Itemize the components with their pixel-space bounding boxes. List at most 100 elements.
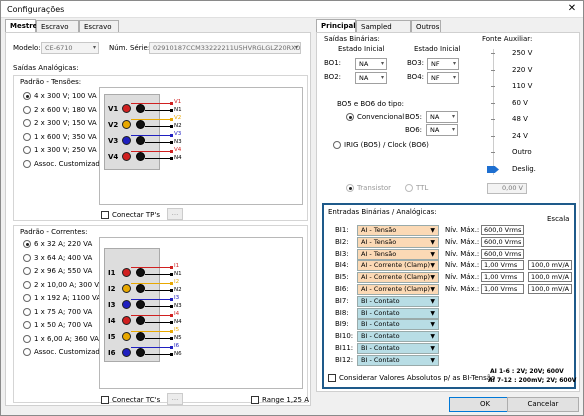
scale-input[interactable]: 100,0 mV/A — [528, 272, 572, 283]
scale-input[interactable]: 100,0 mV/A — [528, 260, 572, 271]
bi-label: BI10: — [335, 332, 354, 341]
connect-tc-checkbox[interactable] — [101, 396, 109, 404]
voltage-terminal-tag: N3 — [174, 139, 182, 145]
bo-label: BO3: — [407, 59, 425, 67]
bi-type-select[interactable]: BI - Contato ▼ — [357, 319, 439, 331]
irig-radio[interactable] — [333, 141, 341, 149]
voltage-wire-hot — [131, 103, 171, 104]
current-option-radio[interactable] — [23, 240, 31, 248]
aux-slider-track[interactable] — [493, 49, 494, 175]
bi-type-select[interactable]: BI - Contato ▼ — [357, 295, 439, 307]
scale-input[interactable]: 100,0 mV/A — [528, 284, 572, 294]
max-level-label: Nív. Máx.: — [445, 237, 480, 246]
current-wire-hot — [131, 283, 171, 284]
current-option-radio[interactable] — [23, 334, 31, 343]
bi-type-select[interactable]: BI - Contato ▼ — [357, 331, 439, 343]
current-option-radio[interactable] — [23, 307, 31, 316]
current-option-radio[interactable] — [23, 294, 31, 302]
voltage-option-label: 1 x 300 V; 250 VA — [34, 146, 97, 154]
bi-type-select[interactable]: AI - Tensão ▼ — [357, 248, 439, 260]
bi-type-value: AI - Tensão — [361, 237, 397, 246]
bo-state-select[interactable]: NF ▾ — [427, 72, 459, 84]
aux-level-label: 24 V — [512, 131, 528, 140]
serial-select[interactable]: 02910187CCM33222211U5HVRGLGLZ20RXO ▾ — [149, 42, 301, 54]
voltage-wire-neutral — [145, 126, 171, 127]
close-button[interactable]: ✕ — [563, 2, 581, 16]
tab-principal[interactable]: Principal — [316, 19, 356, 33]
bi-type-select[interactable]: BI - Contato ▼ — [357, 354, 439, 366]
ttl-radio[interactable] — [405, 184, 413, 192]
voltage-option-radio[interactable] — [23, 159, 31, 168]
conventional-radio[interactable] — [346, 113, 354, 121]
max-level-input[interactable]: 1,00 Vrms — [481, 284, 524, 294]
max-level-input[interactable]: 600,0 Vrms — [481, 236, 524, 247]
chevron-down-icon: ▼ — [430, 356, 435, 364]
current-option-label: 1 x 192 A; 1100 VA — [34, 294, 102, 302]
bi-type-value: AI - Corrente (Clamp) — [361, 285, 431, 293]
connect-tp-checkbox[interactable] — [101, 211, 109, 219]
bi-type-value: AI - Corrente (Clamp) — [361, 273, 431, 282]
bi-label: BI8: — [335, 308, 349, 317]
current-terminal-hot — [122, 300, 131, 309]
transistor-label: Transistor — [357, 184, 391, 192]
current-option-radio[interactable] — [23, 280, 31, 289]
current-wire-end — [170, 282, 173, 285]
max-level-input[interactable]: 1,00 Vrms — [481, 272, 524, 283]
binary-inputs-title: Entradas Binárias / Analógicas: — [328, 208, 437, 216]
bi-type-select[interactable]: AI - Tensão ▼ — [357, 225, 439, 236]
current-option-radio[interactable] — [23, 348, 31, 356]
bo-type-label: BO5 e BO6 do tipo: — [337, 100, 404, 108]
absolute-values-checkbox[interactable] — [328, 374, 336, 382]
bi-type-select[interactable]: BI - Contato ▼ — [357, 343, 439, 354]
current-terminal-tag: I1 — [174, 263, 180, 269]
voltage-option-radio[interactable] — [23, 146, 31, 154]
range-label: Range 1,25 A — [262, 396, 310, 404]
max-level-label: Nív. Máx.: — [445, 249, 480, 258]
max-level-input[interactable]: 600,0 Vrms — [481, 248, 524, 259]
max-level-input[interactable]: 600,0 Vrms — [481, 225, 524, 235]
voltage-terminal-tag: V2 — [174, 115, 182, 121]
range-checkbox[interactable] — [251, 396, 259, 404]
bo5-select[interactable]: NA ▾ — [426, 111, 458, 123]
bo6-select[interactable]: NA ▾ — [426, 124, 458, 136]
tab-mestre[interactable]: Mestre — [5, 19, 37, 33]
bo-state-select[interactable]: NA ▾ — [355, 58, 387, 70]
bi-type-select[interactable]: AI - Corrente (Clamp) ▼ — [357, 260, 439, 272]
voltage-option-radio[interactable] — [23, 132, 31, 141]
max-level-label: Nív. Máx.: — [445, 226, 480, 234]
current-channel-label: I4 — [108, 317, 116, 325]
current-channel-label: I5 — [108, 333, 116, 341]
voltage-option-radio[interactable] — [23, 105, 31, 114]
voltage-wire-end — [170, 134, 173, 137]
current-terminal-neutral — [136, 316, 145, 325]
transistor-radio[interactable] — [346, 184, 354, 192]
cancel-button[interactable]: Cancelar — [507, 397, 579, 412]
voltage-terminal-neutral — [136, 136, 145, 145]
bi-type-select[interactable]: BI - Contato ▼ — [357, 307, 439, 319]
model-select[interactable]: CE-6710 ▾ — [41, 42, 99, 54]
voltage-wire-end — [170, 125, 173, 128]
chevron-down-icon: ▼ — [430, 238, 435, 246]
current-option-radio[interactable] — [23, 253, 31, 262]
chevron-down-icon: ▼ — [430, 274, 435, 282]
voltage-wire-end — [170, 141, 173, 144]
current-option-label: Assoc. Customizada — [34, 348, 105, 356]
voltage-wire-end — [170, 150, 173, 153]
current-terminal-hot — [122, 268, 131, 277]
voltage-option-radio[interactable] — [23, 92, 31, 100]
current-option-radio[interactable] — [23, 267, 31, 275]
bo-state-value: NF — [431, 74, 440, 82]
current-wire-hot — [131, 299, 171, 300]
voltage-option-radio[interactable] — [23, 119, 31, 127]
tp-settings-button[interactable]: ... — [167, 208, 183, 220]
bo-state-select[interactable]: NA ▾ — [355, 72, 387, 84]
aux-level-label: 60 V — [512, 98, 528, 107]
current-option-radio[interactable] — [23, 321, 31, 329]
bi-label: BI6: — [335, 285, 349, 293]
bi-type-select[interactable]: AI - Corrente (Clamp) ▼ — [357, 272, 439, 284]
bi-type-select[interactable]: AI - Tensão ▼ — [357, 236, 439, 248]
max-level-input[interactable]: 1,00 Vrms — [481, 260, 524, 271]
bo-state-select[interactable]: NF ▾ — [427, 58, 459, 70]
bi-type-select[interactable]: AI - Corrente (Clamp) ▼ — [357, 284, 439, 295]
tc-settings-button[interactable]: ... — [167, 393, 183, 405]
